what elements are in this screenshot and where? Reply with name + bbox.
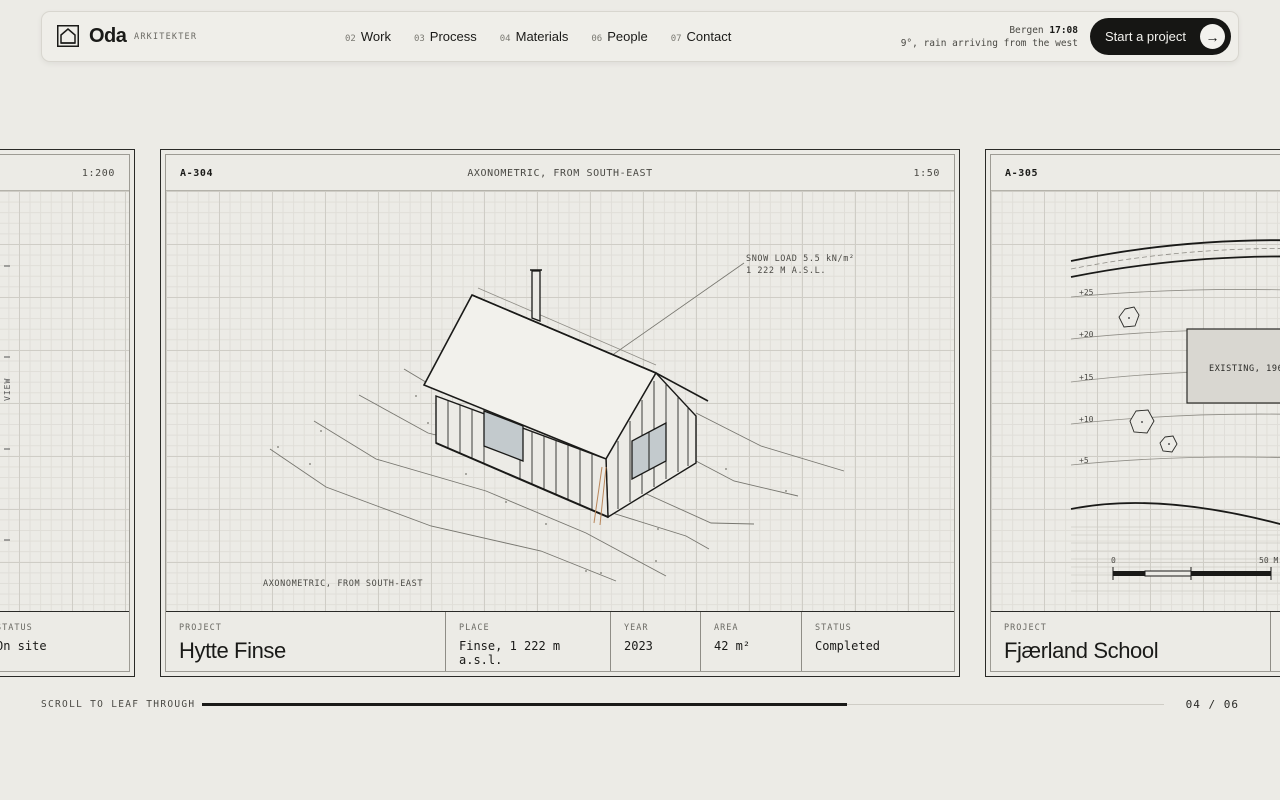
meta-label: PLACE xyxy=(459,623,490,633)
progress-track[interactable] xyxy=(202,703,1164,706)
meta-project: PROJECT Hytte Finse xyxy=(166,612,446,671)
drawing-caption: AXONOMETRIC, FROM SOUTH-EAST xyxy=(263,579,423,589)
meta-year: YEAR 2023 xyxy=(611,612,701,671)
nav-item-work[interactable]: 02 Work xyxy=(345,29,391,44)
weather-city: Bergen xyxy=(1009,25,1044,36)
meta-area: AREA 42 m² xyxy=(701,612,802,671)
drawing-grid: +25 +20 +15 +10 +5 EXISTING, 196 0 50 M xyxy=(991,191,1280,611)
project-meta: PROJECT Hytte Finse PLACE Finse, 1 222 m… xyxy=(166,611,954,671)
meta-label: YEAR xyxy=(624,623,649,633)
sheet-scale: 1:50 xyxy=(913,168,940,179)
contour-label: +25 xyxy=(1079,288,1094,297)
nav-item-label: Work xyxy=(360,29,391,44)
nav-item-label: Process xyxy=(429,29,477,44)
weather-readout: Bergen 17:08 9°, rain arriving from the … xyxy=(901,24,1078,50)
meta-value: 42 m² xyxy=(714,639,751,653)
nav-item-number: 06 xyxy=(591,34,603,44)
meta-status: STATUS Completed xyxy=(802,612,954,671)
contour-label: +20 xyxy=(1079,330,1094,339)
meta-label: PROJECT xyxy=(179,623,222,633)
drawing-grid: VIEW xyxy=(0,191,129,611)
sheet-header: A-304 AXONOMETRIC, FROM SOUTH-EAST 1:50 xyxy=(166,155,954,191)
brand-name[interactable]: Oda xyxy=(89,25,127,48)
weather-conditions: 9°, rain arriving from the west xyxy=(900,38,1078,49)
meta-label: STATUS xyxy=(0,623,33,633)
drawing-card-next[interactable]: A-305 +25 +20 +15 +10 +5 EXISTING, 196 0… xyxy=(985,149,1280,677)
nav-item-number: 03 xyxy=(413,34,425,44)
main-nav: 02 Work 03 Process 04 Materials 06 Peopl… xyxy=(345,29,731,44)
project-meta: PROJECT Fjærland School xyxy=(991,611,1280,671)
site-plan-drawing: +25 +20 +15 +10 +5 EXISTING, 196 0 50 M xyxy=(1070,239,1280,592)
arrow-right-icon: → xyxy=(1200,24,1225,49)
contour-label: +15 xyxy=(1079,373,1094,382)
nav-item-materials[interactable]: 04 Materials xyxy=(500,29,569,44)
altitude-annotation: 1 222 M A.S.L. xyxy=(746,266,826,276)
nav-item-label: Contact xyxy=(686,29,732,44)
nav-item-contact[interactable]: 07 Contact xyxy=(671,29,732,44)
page-counter: 04 / 06 xyxy=(1185,698,1239,711)
start-project-label: Start a project xyxy=(1105,29,1186,44)
snow-load-annotation: SNOW LOAD 5.5 kN/m² xyxy=(746,254,855,264)
site-header: Oda ARKITEKTER 02 Work 03 Process 04 Mat… xyxy=(41,11,1239,62)
drawing-grid: SNOW LOAD 5.5 kN/m² 1 222 M A.S.L. AXONO… xyxy=(166,191,954,611)
meta-label: PROJECT xyxy=(1004,623,1047,633)
scale-bar-end: 50 M xyxy=(1259,556,1278,565)
meta-value: On site xyxy=(0,639,47,653)
elevation-drawing: VIEW xyxy=(3,265,12,541)
drawing-card-current[interactable]: A-304 AXONOMETRIC, FROM SOUTH-EAST 1:50 xyxy=(160,149,960,677)
nav-item-label: People xyxy=(607,29,648,44)
side-label: VIEW xyxy=(3,378,12,401)
meta-status: STATUS On site xyxy=(0,612,47,671)
scroll-hint: SCROLL TO LEAF THROUGH xyxy=(41,699,196,710)
sheet-id: A-305 xyxy=(1005,168,1039,179)
nav-item-number: 07 xyxy=(670,34,682,44)
project-name: Hytte Finse xyxy=(179,638,286,663)
existing-building-label: EXISTING, 196 xyxy=(1209,364,1280,374)
nav-item-number: 02 xyxy=(345,34,356,44)
sheet-scale: 1:200 xyxy=(81,168,115,179)
sheet-title: AXONOMETRIC, FROM SOUTH-EAST xyxy=(467,168,653,179)
brand-subtitle: ARKITEKTER xyxy=(134,32,198,42)
contour-label: +10 xyxy=(1079,415,1094,424)
meta-label: AREA xyxy=(714,623,739,633)
meta-value: Completed xyxy=(815,639,881,653)
cabin-axonometric-drawing: SNOW LOAD 5.5 kN/m² 1 222 M A.S.L. AXONO… xyxy=(263,254,855,589)
meta-project: PROJECT Fjærland School xyxy=(991,612,1271,671)
nav-item-number: 04 xyxy=(499,34,511,44)
weather-time: 17:08 xyxy=(1049,25,1078,36)
meta-place: PLACE Finse, 1 222 m a.s.l. xyxy=(446,612,611,671)
meta-value: 2023 xyxy=(624,639,653,653)
meta-value: Finse, 1 222 m a.s.l. xyxy=(459,639,561,667)
scale-bar-start: 0 xyxy=(1111,556,1116,565)
project-name: Fjærland School xyxy=(1004,638,1159,663)
sheet-header: A-305 xyxy=(991,155,1280,191)
drawing-card-previous[interactable]: 1:200 VIEW STATUS On site xyxy=(0,149,135,677)
nav-item-process[interactable]: 03 Process xyxy=(414,29,477,44)
nav-item-label: Materials xyxy=(515,29,569,44)
start-project-button[interactable]: Start a project → xyxy=(1090,18,1231,55)
house-logo-icon[interactable] xyxy=(57,25,79,47)
progress-fill[interactable] xyxy=(202,703,847,706)
nav-item-people[interactable]: 06 People xyxy=(591,29,647,44)
contour-label: +5 xyxy=(1079,456,1089,465)
meta-label: STATUS xyxy=(815,623,852,633)
meta-place xyxy=(1271,612,1280,671)
